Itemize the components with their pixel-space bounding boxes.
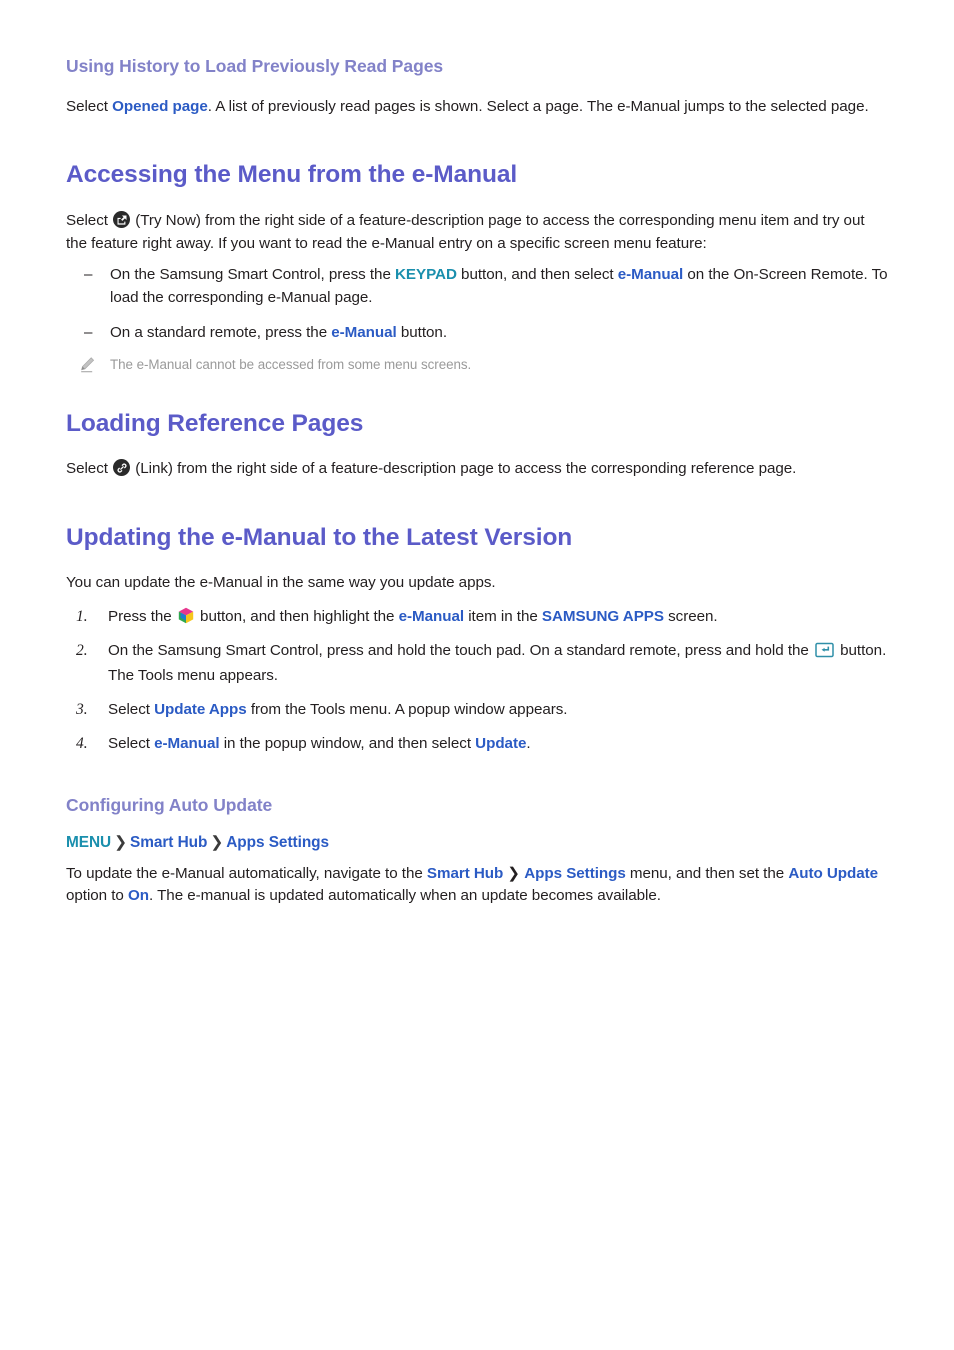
link-on[interactable]: On — [128, 887, 149, 904]
heading-loading-reference-pages: Loading Reference Pages — [66, 409, 364, 437]
list-update-steps: 1. Press the button, and then highlight t… — [66, 604, 888, 756]
paragraph-auto-update: To update the e-Manual automatically, na… — [66, 863, 888, 908]
text-segment: button, and then highlight the — [195, 607, 399, 625]
text-segment: . — [526, 734, 531, 752]
smart-hub-icon — [178, 607, 194, 624]
text-segment: Select — [66, 460, 113, 478]
text-segment: in the popup window, and then select — [219, 734, 476, 752]
enter-key-icon — [815, 641, 834, 657]
link-samsung-apps[interactable]: SAMSUNG APPS — [542, 608, 664, 625]
link-update[interactable]: Update — [475, 735, 526, 752]
try-now-icon — [113, 211, 131, 228]
text-segment: On the Samsung Smart Control, press and … — [108, 641, 813, 659]
link-e-manual[interactable]: e-Manual — [154, 735, 219, 752]
text-segment: . The e-manual is updated automatically … — [149, 887, 661, 905]
dash-bullet: – — [84, 324, 93, 341]
heading-configuring-auto-update: Configuring Auto Update — [66, 794, 273, 815]
paragraph-accessing-intro: Select (Try Now) from the right side of … — [66, 210, 888, 255]
paragraph-updating-intro: You can update the e-Manual in the same … — [66, 574, 496, 592]
step-number: 1. — [76, 607, 88, 625]
step-number: 4. — [76, 734, 88, 752]
link-keypad[interactable]: KEYPAD — [395, 266, 457, 283]
chevron-right-icon: ❯ — [114, 833, 127, 851]
link-e-manual[interactable]: e-Manual — [618, 266, 683, 283]
dash-bullet: – — [84, 266, 93, 283]
link-e-manual[interactable]: e-Manual — [399, 608, 464, 625]
paragraph-using-history: Select Opened page. A list of previously… — [66, 96, 888, 119]
text-segment: button. — [396, 324, 447, 341]
note-block: The e-Manual cannot be accessed from som… — [66, 355, 888, 377]
menu-item-smart-hub[interactable]: Smart Hub — [130, 834, 207, 851]
chevron-right-icon: ❯ — [210, 833, 224, 851]
text-segment: On the Samsung Smart Control, press the — [110, 266, 396, 283]
list-item: 1. Press the button, and then highlight t… — [66, 604, 888, 629]
text-segment: Press the — [108, 607, 176, 625]
text-segment: from the Tools menu. A popup window appe… — [246, 700, 568, 718]
note-text: The e-Manual cannot be accessed from som… — [110, 356, 472, 372]
menu-item-apps-settings[interactable]: Apps Settings — [226, 834, 329, 851]
text-segment: screen. — [663, 607, 718, 625]
text-segment: To update the e-Manual automatically, na… — [66, 864, 427, 882]
text-segment: Select — [108, 700, 155, 718]
text-segment: menu, and then set the — [625, 864, 789, 882]
text-segment: . A list of previously read pages is sho… — [207, 97, 869, 115]
heading-accessing-menu: Accessing the Menu from the e-Manual — [66, 161, 518, 189]
text-segment: Select — [66, 212, 113, 229]
list-item: 3. Select Update Apps from the Tools menu… — [66, 697, 888, 722]
link-smart-hub[interactable]: Smart Hub — [427, 865, 503, 882]
text-segment: option to — [66, 887, 128, 905]
heading-using-history: Using History to Load Previously Read Pa… — [66, 56, 444, 76]
pencil-icon — [78, 356, 96, 374]
menu-root[interactable]: MENU — [66, 834, 111, 851]
chevron-right-icon: ❯ — [503, 864, 525, 882]
text-segment: item in the — [464, 607, 542, 625]
document-page: Using History to Load Previously Read Pa… — [0, 0, 954, 1350]
text-segment: Select — [66, 97, 113, 115]
text-segment: button, and then select — [456, 266, 618, 283]
step-number: 3. — [76, 700, 88, 718]
list-item: – On a standard remote, press the e-Manua… — [66, 322, 888, 345]
list-remote-instructions: – On the Samsung Smart Control, press the… — [66, 264, 888, 345]
step-number: 2. — [76, 641, 88, 659]
paragraph-loading-reference: Select (Link) from the right side of a f… — [66, 458, 888, 481]
list-item: 2. On the Samsung Smart Control, press an… — [66, 638, 888, 688]
text-segment: On a standard remote, press the — [110, 324, 332, 341]
text-segment: (Try Now) from the right side of a featu… — [66, 212, 865, 252]
heading-updating-e-manual: Updating the e-Manual to the Latest Vers… — [66, 523, 573, 551]
link-auto-update[interactable]: Auto Update — [788, 865, 878, 882]
list-item: 4. Select e-Manual in the popup window, a… — [66, 731, 888, 756]
link-e-manual[interactable]: e-Manual — [331, 324, 396, 341]
text-segment: Select — [108, 734, 155, 752]
link-opened-page[interactable]: Opened page — [112, 98, 208, 115]
link-apps-settings[interactable]: Apps Settings — [524, 865, 626, 882]
breadcrumb-menu-path: MENU ❯ Smart Hub ❯ Apps Settings — [66, 832, 888, 853]
list-item: – On the Samsung Smart Control, press the… — [66, 264, 888, 309]
text-segment: (Link) from the right side of a feature-… — [131, 460, 797, 478]
link-update-apps[interactable]: Update Apps — [154, 701, 247, 718]
link-icon — [113, 459, 131, 477]
